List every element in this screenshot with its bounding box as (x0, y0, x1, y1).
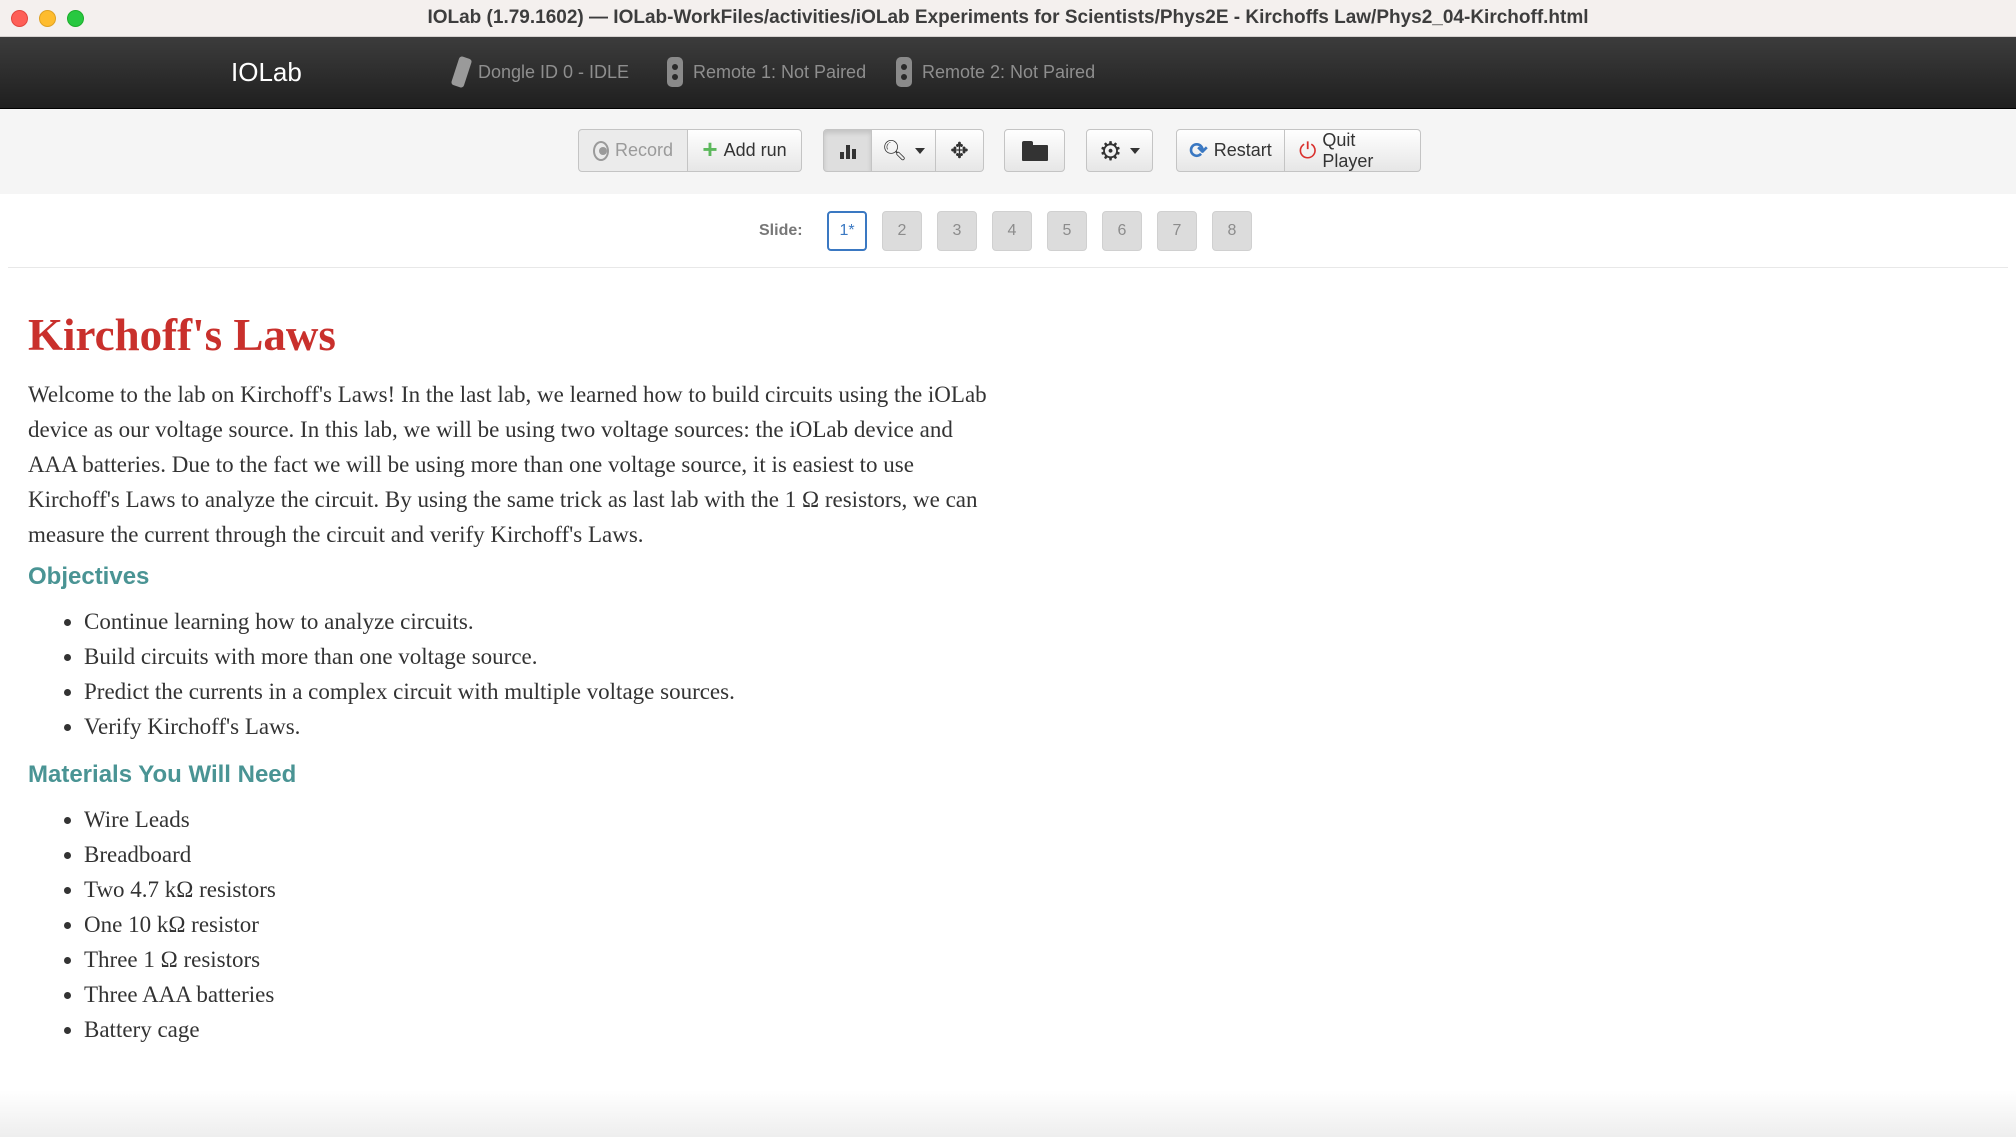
session-group: ⟳ Restart ⏻︎ Quit Player (1176, 129, 1421, 172)
chevron-down-icon (1130, 147, 1141, 154)
view-tools-group: 🔍︎ ✥ (823, 129, 984, 172)
window-title: IOLab (1.79.1602) — IOLab-WorkFiles/acti… (427, 7, 1589, 28)
dongle-status-label: Dongle ID 0 - IDLE (478, 61, 630, 82)
folder-icon (1021, 140, 1048, 161)
remote1-status-label: Remote 1: Not Paired (693, 61, 867, 82)
chevron-down-icon (915, 147, 926, 154)
window-titlebar: IOLab (1.79.1602) — IOLab-WorkFiles/acti… (0, 0, 2016, 37)
slide-button-7[interactable]: 7 (1157, 211, 1197, 251)
remote-icon (896, 57, 912, 87)
record-icon (593, 140, 609, 161)
record-button[interactable]: Record (578, 129, 688, 172)
list-item: Battery cage (84, 1012, 1003, 1047)
list-item: One 10 kΩ resistor (84, 907, 1003, 942)
slide-button-5[interactable]: 5 (1047, 211, 1087, 251)
list-item: Predict the currents in a complex circui… (84, 674, 1003, 709)
restart-button[interactable]: ⟳ Restart (1176, 129, 1285, 172)
list-item: Three AAA batteries (84, 977, 1003, 1012)
zoom-dropdown-button[interactable]: 🔍︎ (872, 129, 936, 172)
page-title: Kirchoff's Laws (28, 310, 336, 360)
list-item: Build circuits with more than one voltag… (84, 639, 1003, 674)
slide-button-2[interactable]: 2 (882, 211, 922, 251)
recording-group: Record + Add run (578, 129, 802, 172)
list-item: Two 4.7 kΩ resistors (84, 872, 1003, 907)
materials-list: Wire Leads Breadboard Two 4.7 kΩ resisto… (28, 802, 1003, 1047)
open-file-button[interactable] (1004, 129, 1065, 172)
dongle-status: Dongle ID 0 - IDLE (450, 55, 630, 89)
list-item: Verify Kirchoff's Laws. (84, 709, 1003, 744)
quit-player-button[interactable]: ⏻︎ Quit Player (1285, 129, 1421, 172)
power-icon: ⏻︎ (1299, 137, 1317, 163)
quit-player-label: Quit Player (1322, 129, 1374, 171)
app-brand: IOLab (231, 57, 302, 87)
remote2-status: Remote 2: Not Paired (896, 57, 1095, 87)
scroll-fade (0, 1090, 2016, 1137)
app-navbar: IOLab Dongle ID 0 - IDLE Remote 1: Not P… (0, 37, 2016, 109)
gear-icon: ⚙︎ (1098, 135, 1123, 166)
restart-label: Restart (1213, 140, 1272, 160)
remote-icon (667, 57, 683, 87)
list-item: Continue learning how to analyze circuit… (84, 604, 1003, 639)
list-item: Wire Leads (84, 802, 1003, 837)
slide-button-1[interactable]: 1* (827, 211, 867, 251)
lab-content: Kirchoff's Laws Welcome to the lab on Ki… (28, 305, 1003, 1063)
slide-button-8[interactable]: 8 (1212, 211, 1252, 251)
remote2-status-label: Remote 2: Not Paired (922, 61, 1096, 82)
add-run-label: Add run (723, 140, 787, 160)
list-item: Three 1 Ω resistors (84, 942, 1003, 977)
objectives-list: Continue learning how to analyze circuit… (28, 604, 1003, 744)
slide-button-6[interactable]: 6 (1102, 211, 1142, 251)
settings-group: ⚙︎ (1086, 129, 1153, 172)
chart-mode-button[interactable] (823, 129, 872, 172)
dongle-icon (450, 55, 473, 89)
file-group (1004, 129, 1065, 172)
plus-icon: + (702, 134, 718, 164)
refresh-icon: ⟳ (1189, 137, 1208, 163)
objectives-heading: Objectives (28, 563, 150, 590)
toolbar: Record + Add run 🔍︎ ✥ ⚙︎ ⟳ Restart ⏻︎ Qu… (0, 109, 2016, 194)
zoom-icon: 🔍︎ (881, 140, 908, 162)
slide-pager: Slide: 1* 2 3 4 5 6 7 8 (8, 194, 2008, 268)
slide-button-4[interactable]: 4 (992, 211, 1032, 251)
intro-paragraph: Welcome to the lab on Kirchoff's Laws! I… (28, 382, 987, 547)
slide-button-3[interactable]: 3 (937, 211, 977, 251)
move-icon: ✥ (950, 137, 969, 163)
list-item: Breadboard (84, 837, 1003, 872)
record-label: Record (614, 140, 673, 160)
settings-dropdown-button[interactable]: ⚙︎ (1086, 129, 1153, 172)
bar-chart-icon (839, 143, 856, 159)
add-run-button[interactable]: + Add run (688, 129, 802, 172)
pan-button[interactable]: ✥ (936, 129, 984, 172)
slide-label: Slide: (759, 222, 803, 239)
materials-heading: Materials You Will Need (28, 761, 297, 788)
remote1-status: Remote 1: Not Paired (667, 57, 866, 87)
